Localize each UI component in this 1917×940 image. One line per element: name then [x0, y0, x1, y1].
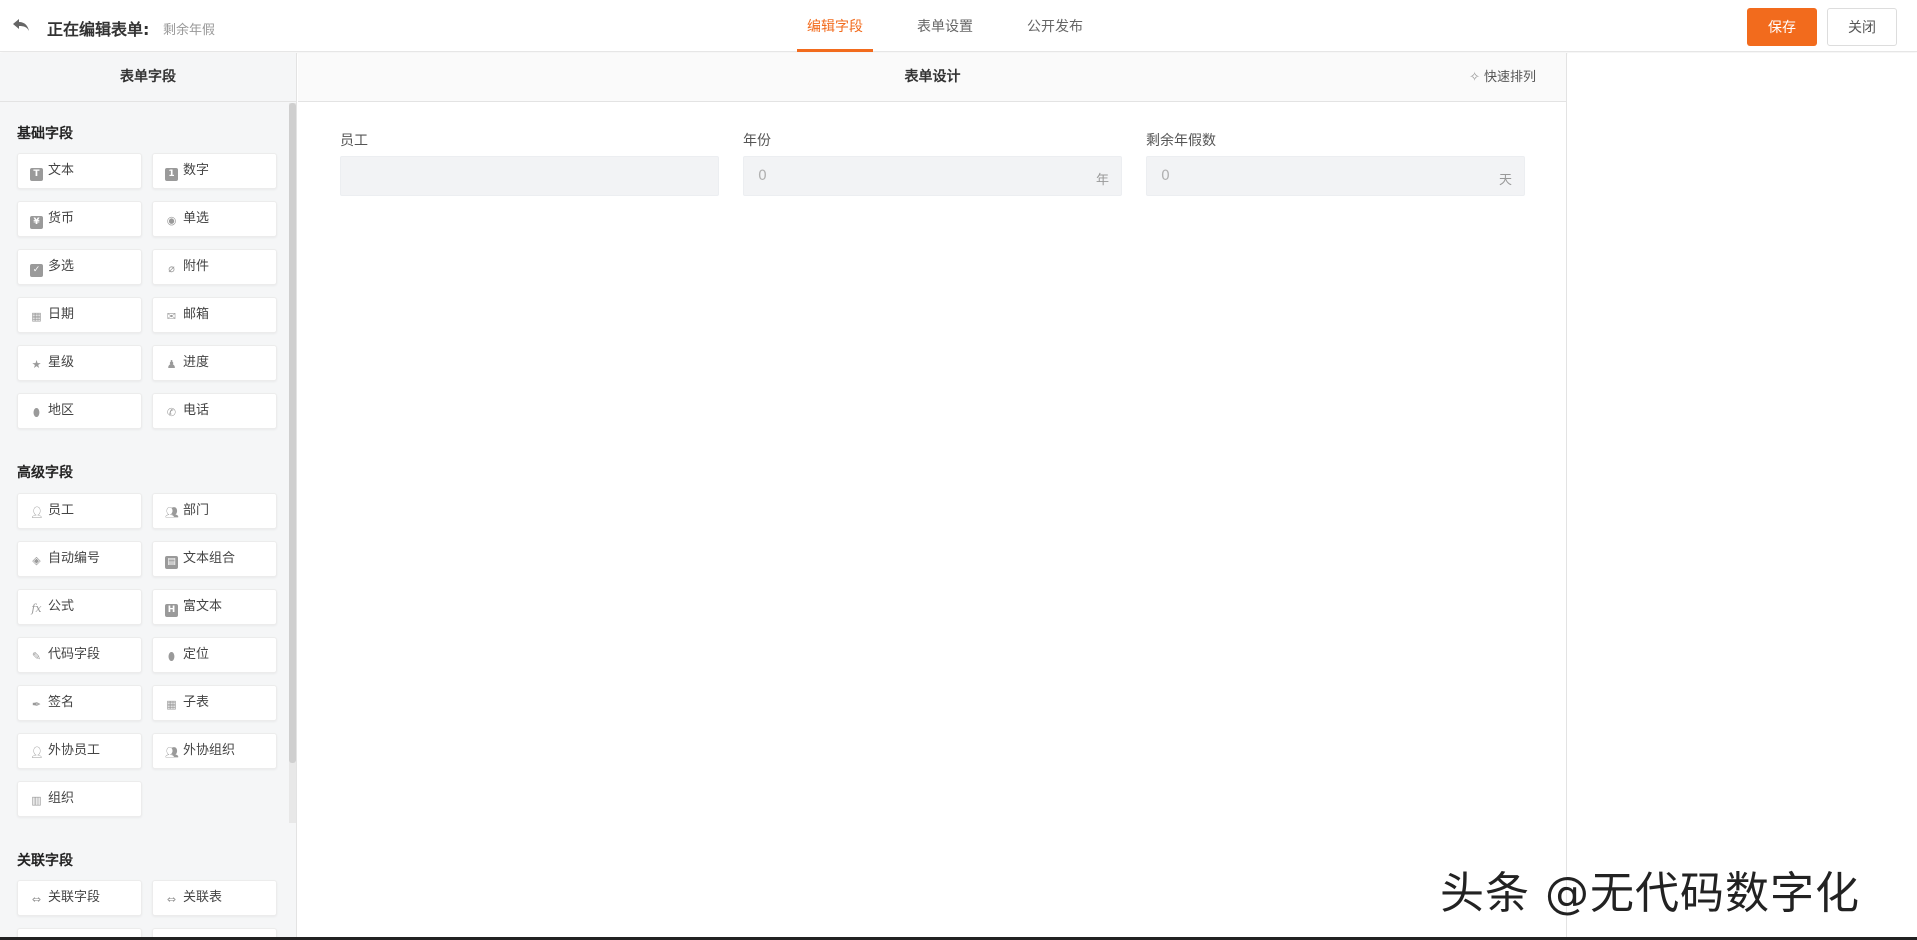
field-label-year: 年份 [743, 133, 771, 149]
field-item-date[interactable]: ▦ 日期 [17, 297, 142, 333]
field-item-organization[interactable]: ▥ 组织 [17, 781, 142, 817]
map-marker-icon: ⬮ [168, 650, 175, 663]
user-icon: 👤︎ [30, 506, 44, 519]
building-icon: ▥ [31, 794, 42, 807]
save-button[interactable]: 保存 [1747, 8, 1817, 46]
attachment-icon: ⌀ [168, 262, 175, 275]
rich-text-icon: H [165, 604, 178, 617]
field-item-text[interactable]: T 文本 [17, 153, 142, 189]
field-item-formula[interactable]: fx 公式 [17, 589, 142, 625]
field-item-signature[interactable]: ✒ 签名 [17, 685, 142, 721]
field-item-auto-number[interactable]: ◈ 自动编号 [17, 541, 142, 577]
field-item-relation-field[interactable]: ⇔ 关联字段 [17, 880, 142, 916]
field-item-region[interactable]: ⬮ 地区 [17, 393, 142, 429]
year-unit: 年 [1095, 173, 1109, 188]
remaining-leave-unit: 天 [1498, 173, 1512, 188]
section-relation-fields: 关联字段 [17, 853, 73, 869]
field-item-relation-table[interactable]: ⇔ 关联表 [152, 880, 277, 916]
tab-publish[interactable]: 公开发布 [1017, 0, 1093, 52]
watermark: 头条 @无代码数字化 [1440, 868, 1860, 919]
field-label-employee: 员工 [340, 133, 368, 149]
user-icon: 👤︎ [30, 746, 44, 759]
field-item-external-org[interactable]: 👥︎ 外协组织 [152, 733, 277, 769]
field-item-progress[interactable]: ♟ 进度 [152, 345, 277, 381]
users-icon: 👥︎ [165, 746, 179, 759]
section-basic-fields: 基础字段 [17, 126, 73, 142]
link-icon: ⇔ [31, 893, 42, 906]
field-label-remaining-leave: 剩余年假数 [1146, 133, 1216, 149]
tab-edit-fields[interactable]: 编辑字段 [797, 0, 873, 52]
magic-wand-icon: ✧ [1469, 70, 1480, 85]
tag-icon: ◈ [32, 554, 41, 567]
checkbox-icon: ✓ [30, 264, 43, 277]
year-placeholder: 0 [758, 168, 767, 184]
field-item-radio[interactable]: ◉ 单选 [152, 201, 277, 237]
progress-icon: ♟ [166, 358, 177, 371]
field-item-external-employee[interactable]: 👤︎ 外协员工 [17, 733, 142, 769]
formula-icon: fx [31, 602, 42, 615]
mail-icon: ✉ [166, 310, 177, 323]
close-button[interactable]: 关闭 [1827, 8, 1897, 46]
star-icon: ★ [31, 358, 42, 371]
users-icon: 👥︎ [165, 506, 179, 519]
radio-icon: ◉ [166, 214, 177, 227]
text-icon: T [30, 168, 43, 181]
field-item-code[interactable]: ✎ 代码字段 [17, 637, 142, 673]
tab-bar: 编辑字段 表单设置 公开发布 [797, 0, 1127, 52]
remaining-leave-field[interactable]: 0 天 [1146, 156, 1525, 196]
field-item-attachment[interactable]: ⌀ 附件 [152, 249, 277, 285]
back-arrow-icon[interactable] [10, 14, 32, 36]
palette-title: 表单字段 [0, 53, 296, 102]
field-item-subtable[interactable]: ▦ 子表 [152, 685, 277, 721]
field-palette: 表单字段 基础字段 T 文本 1 数字 ¥ 货币 ◉ 单选 ✓ 多选 ⌀ 附件 ▦ 日期 ✉ 邮… [0, 53, 297, 940]
field-item-email[interactable]: ✉ 邮箱 [152, 297, 277, 333]
design-header: 表单设计 ✧ 快速排列 [298, 53, 1567, 102]
pencil-icon: ✎ [31, 650, 42, 663]
feather-icon: ✒ [31, 698, 42, 711]
copy-icon: ▤ [165, 556, 178, 569]
form-canvas: 员工 年份 0 年 剩余年假数 0 天 [298, 102, 1567, 940]
field-item-employee[interactable]: 👤︎ 员工 [17, 493, 142, 529]
field-item-phone[interactable]: ✆ 电话 [152, 393, 277, 429]
right-empty-area [1568, 53, 1917, 940]
phone-icon: ✆ [166, 406, 177, 419]
field-item-text-combine[interactable]: ▤ 文本组合 [152, 541, 277, 577]
form-name: 剩余年假 [163, 23, 216, 38]
quick-sort-button[interactable]: ✧ 快速排列 [1469, 53, 1536, 102]
field-item-department[interactable]: 👥︎ 部门 [152, 493, 277, 529]
field-item-checkbox[interactable]: ✓ 多选 [17, 249, 142, 285]
top-bar: 正在编辑表单: 剩余年假 编辑字段 表单设置 公开发布 保存 关闭 [0, 0, 1917, 52]
remaining-leave-placeholder: 0 [1161, 168, 1170, 184]
section-advanced-fields: 高级字段 [17, 465, 73, 481]
number-icon: 1 [165, 168, 178, 181]
field-item-number[interactable]: 1 数字 [152, 153, 277, 189]
palette-scrollbar-thumb[interactable] [289, 103, 296, 763]
field-item-rich-text[interactable]: H 富文本 [152, 589, 277, 625]
editing-label: 正在编辑表单: [47, 20, 150, 39]
field-item-currency[interactable]: ¥ 货币 [17, 201, 142, 237]
field-item-position[interactable]: ⬮ 定位 [152, 637, 277, 673]
location-pin-icon: ⬮ [33, 406, 40, 419]
employee-field[interactable] [340, 156, 719, 196]
calendar-icon: ▦ [31, 310, 42, 323]
tab-form-settings[interactable]: 表单设置 [907, 0, 983, 52]
field-item-rating[interactable]: ★ 星级 [17, 345, 142, 381]
currency-icon: ¥ [30, 216, 43, 229]
table-icon: ▦ [166, 698, 177, 711]
year-field[interactable]: 0 年 [743, 156, 1122, 196]
link-icon: ⇔ [166, 893, 177, 906]
design-title: 表单设计 [904, 69, 961, 85]
